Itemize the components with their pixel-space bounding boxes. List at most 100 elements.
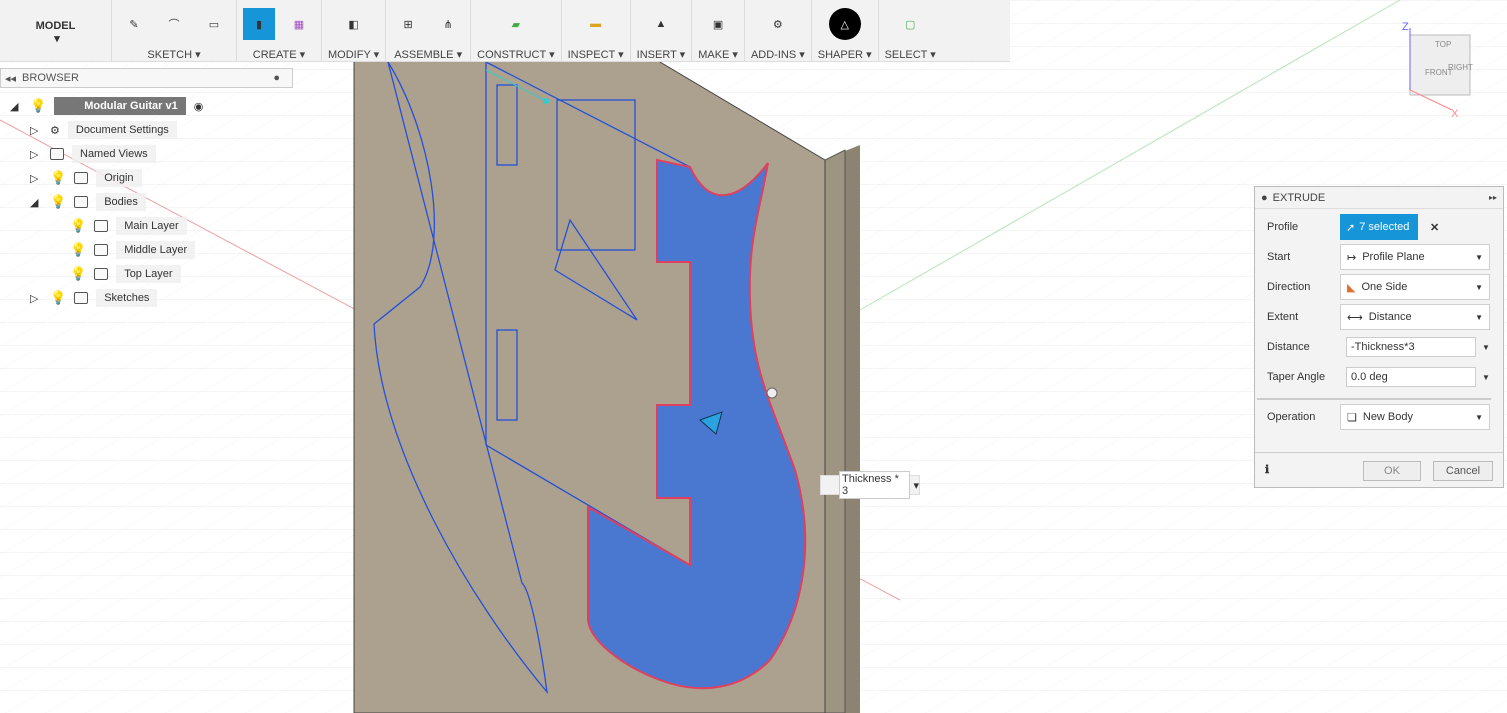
create-sketch-icon[interactable]: ✎ — [118, 8, 150, 40]
construct-group[interactable]: ▰ CONSTRUCT ▾ — [471, 0, 562, 61]
spline-icon[interactable]: ⌒ — [158, 8, 190, 40]
tree-item-bodies[interactable]: ◢ 💡 Bodies — [30, 191, 146, 213]
x-axis-label: X — [1451, 108, 1459, 120]
new-component-icon[interactable]: ⊞ — [392, 8, 424, 40]
inspect-group[interactable]: ▬ INSPECT ▾ — [562, 0, 631, 61]
expand-arrow-icon[interactable]: ▷ — [30, 172, 42, 185]
direction-value: One Side — [1361, 281, 1408, 293]
tree-item-main-layer[interactable]: 💡 Main Layer — [70, 215, 187, 237]
shaper-group[interactable]: △ SHAPER ▾ — [812, 0, 879, 61]
collapse-arrow-icon[interactable]: ◢ — [10, 100, 22, 113]
inspect-label: INSPECT — [567, 49, 616, 61]
collapse-icon[interactable]: ◂◂ — [5, 72, 16, 85]
profile-plane-icon: ↦ — [1347, 251, 1357, 264]
collapse-arrow-icon[interactable]: ◢ — [30, 196, 42, 209]
z-axis-label: Z — [1402, 21, 1409, 33]
construct-label: CONSTRUCT — [477, 49, 547, 61]
expand-arrow-icon[interactable]: ▷ — [30, 292, 42, 305]
expand-arrow-icon[interactable]: ▷ — [30, 124, 42, 137]
browser-title: BROWSER — [22, 72, 79, 84]
insert-group[interactable]: ▲ INSERT ▾ — [631, 0, 693, 61]
3d-print-icon[interactable]: ▣ — [702, 8, 734, 40]
direction-dropdown[interactable]: ◣ One Side ▼ — [1340, 274, 1490, 300]
workspace-switcher[interactable]: MODEL ▾ — [0, 0, 112, 61]
distance-field[interactable]: -Thickness*3 — [1346, 337, 1476, 357]
add-ins-group[interactable]: ⚙ ADD-INS ▾ — [745, 0, 812, 61]
distance-dropdown-icon[interactable]: ▼ — [1482, 343, 1490, 352]
operation-dropdown[interactable]: ❏ New Body ▼ — [1340, 404, 1490, 430]
tree-item-document-settings[interactable]: ▷ ⚙ Document Settings — [30, 119, 177, 141]
make-group[interactable]: ▣ MAKE ▾ — [692, 0, 745, 61]
item-label: Document Settings — [67, 121, 177, 139]
operation-label: Operation — [1267, 411, 1316, 423]
root-label: Modular Guitar v1 — [54, 97, 186, 115]
expand-icon[interactable]: ▸▸ — [1489, 193, 1497, 202]
extrude-dialog: ● EXTRUDE ▸▸ Profile ➚ 7 selected ✕ Start ↦ Pro… — [1254, 186, 1504, 488]
divider — [1257, 398, 1491, 400]
tree-item-middle-layer[interactable]: 💡 Middle Layer — [70, 239, 196, 261]
workspace-label: MODEL — [35, 20, 76, 32]
clear-selection-icon[interactable]: ✕ — [1430, 221, 1439, 234]
lightbulb-icon[interactable]: 💡 — [50, 290, 66, 306]
extrude-icon[interactable]: ▮ — [243, 8, 275, 40]
profile-value: 7 selected — [1359, 221, 1410, 233]
tree-root[interactable]: ◢ 💡 Modular Guitar v1 ◉ — [10, 95, 203, 117]
select-icon[interactable]: ▢ — [894, 8, 926, 40]
lightbulb-icon[interactable]: 💡 — [50, 194, 66, 210]
minus-circle-icon[interactable]: ● — [1261, 192, 1268, 204]
create-group[interactable]: ▮ ▦ CREATE ▾ — [237, 0, 322, 61]
start-value: Profile Plane — [1362, 251, 1425, 263]
taper-dropdown-icon[interactable]: ▼ — [1482, 373, 1490, 382]
shaper-icon[interactable]: △ — [828, 8, 861, 40]
insert-image-icon[interactable]: ▲ — [645, 8, 677, 40]
press-pull-icon[interactable]: ◧ — [338, 8, 370, 40]
cancel-button[interactable]: Cancel — [1433, 461, 1493, 481]
modify-group[interactable]: ◧ MODIFY ▾ — [322, 0, 387, 61]
item-label: Origin — [96, 169, 142, 187]
assemble-label: ASSEMBLE — [394, 49, 454, 61]
tree-item-named-views[interactable]: ▷ Named Views — [30, 143, 156, 165]
distance-manipulator[interactable] — [766, 387, 778, 399]
offset-plane-icon[interactable]: ▰ — [500, 8, 532, 40]
sketch-group[interactable]: ✎ ⌒ ▭ SKETCH ▾ — [112, 0, 237, 61]
select-group[interactable]: ▢ SELECT ▾ — [879, 0, 942, 62]
folder-icon — [74, 172, 89, 184]
viewcube-top[interactable]: TOP — [1435, 40, 1451, 49]
tree-item-origin[interactable]: ▷ 💡 Origin — [30, 167, 142, 189]
item-label: Middle Layer — [116, 241, 196, 259]
lightbulb-icon[interactable]: 💡 — [70, 218, 86, 234]
measure-icon[interactable]: ▬ — [580, 8, 612, 40]
lightbulb-icon[interactable]: 💡 — [70, 266, 86, 282]
tree-item-sketches[interactable]: ▷ 💡 Sketches — [30, 287, 158, 309]
item-label: Bodies — [96, 193, 146, 211]
viewcube-right[interactable]: RIGHT — [1448, 63, 1473, 72]
sketch-label: SKETCH — [147, 49, 193, 61]
scripts-icon[interactable]: ⚙ — [762, 8, 794, 40]
minimize-icon[interactable]: ● — [273, 72, 280, 84]
form-icon[interactable]: ▦ — [283, 8, 315, 40]
lightbulb-icon[interactable]: 💡 — [50, 170, 66, 186]
rectangle-icon[interactable]: ▭ — [198, 8, 230, 40]
profile-selection[interactable]: ➚ 7 selected — [1340, 214, 1418, 240]
taper-angle-field[interactable]: 0.0 deg — [1346, 367, 1476, 387]
distance-input-field[interactable]: Thickness * 3 — [839, 471, 911, 499]
cursor-icon: ➚ — [1346, 221, 1356, 234]
activate-icon[interactable]: ◉ — [194, 100, 204, 113]
lightbulb-icon[interactable]: 💡 — [30, 98, 46, 114]
start-dropdown[interactable]: ↦ Profile Plane ▼ — [1340, 244, 1490, 270]
assemble-group[interactable]: ⊞ ⋔ ASSEMBLE ▾ — [386, 0, 472, 61]
browser-header[interactable]: ◂◂ BROWSER ● — [0, 68, 293, 88]
direction-label: Direction — [1267, 281, 1311, 293]
item-label: Sketches — [96, 289, 158, 307]
info-icon[interactable]: ℹ — [1265, 463, 1269, 476]
extent-value: Distance — [1368, 311, 1412, 323]
lightbulb-icon[interactable]: 💡 — [70, 242, 86, 258]
joint-icon[interactable]: ⋔ — [432, 8, 464, 40]
extent-dropdown[interactable]: ⟷ Distance ▼ — [1340, 304, 1490, 330]
expand-arrow-icon[interactable]: ▷ — [30, 148, 42, 161]
ok-button[interactable]: OK — [1363, 461, 1421, 481]
distance-input-popup[interactable]: Thickness * 3 ▾ — [820, 471, 920, 499]
folder-icon — [50, 148, 64, 160]
item-label: Named Views — [72, 145, 156, 163]
tree-item-top-layer[interactable]: 💡 Top Layer — [70, 263, 181, 285]
